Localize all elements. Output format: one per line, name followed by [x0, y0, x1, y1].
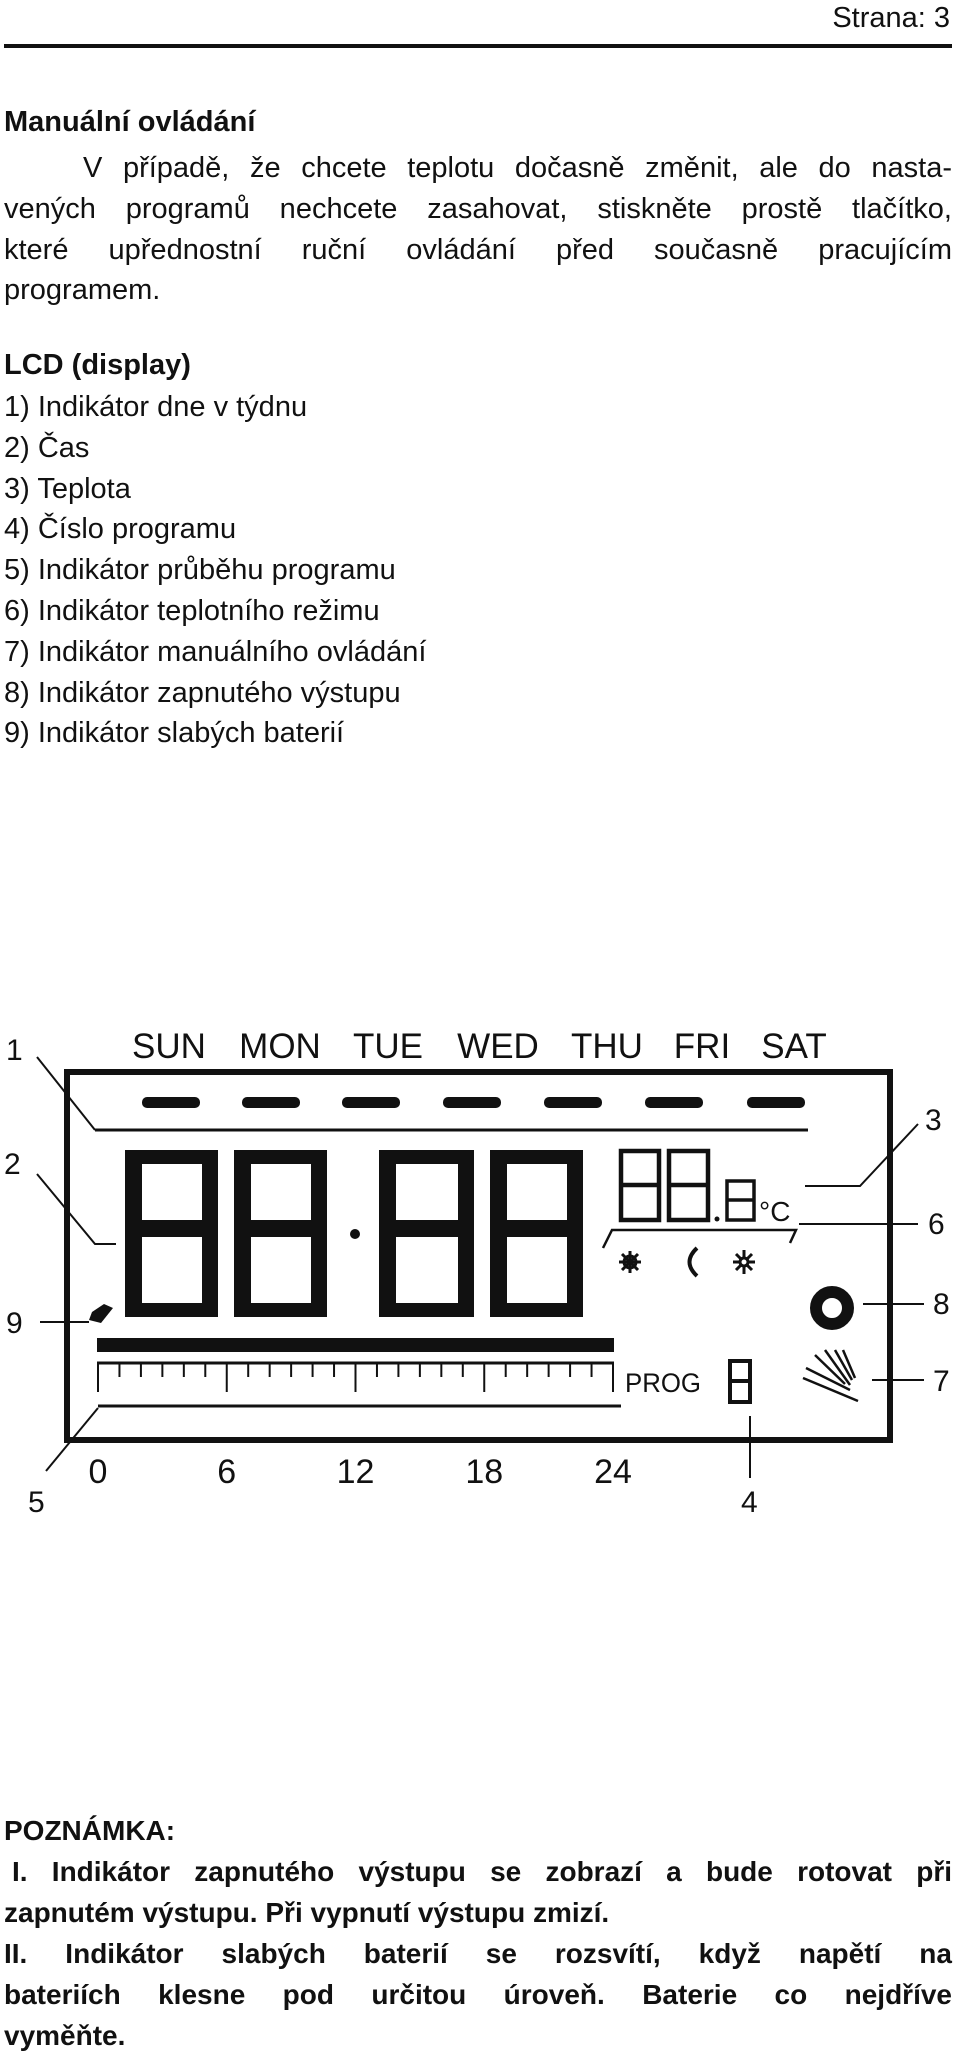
day-labels: SUN MON TUE WED THU FRI SAT: [132, 1027, 827, 1066]
mode-bracket: [601, 1228, 798, 1249]
hour-tick-label: 18: [465, 1453, 503, 1491]
paragraph-line: které upřednostní ruční ovládání před so…: [4, 234, 952, 266]
day-label: MON: [239, 1027, 321, 1066]
day-indicator: [645, 1097, 703, 1108]
time-digit: [379, 1150, 474, 1317]
callout-4: 4: [741, 1486, 758, 1519]
lcd-item: 9) Indikátor slabých baterií: [4, 717, 345, 750]
callout-3: 3: [925, 1104, 942, 1137]
day-indicator: [443, 1097, 501, 1108]
note-title: POZNÁMKA:: [4, 1815, 176, 1846]
day-indicator: [142, 1097, 200, 1108]
low-battery-icon: [89, 1304, 113, 1323]
lcd-item: 2) Čas: [4, 431, 90, 464]
paragraph-line: programem.: [4, 274, 161, 306]
hand-icon: [802, 1349, 859, 1403]
time-digit: [125, 1150, 218, 1317]
day-label: SUN: [132, 1027, 206, 1066]
day-indicators: [142, 1097, 805, 1108]
note-line: I. Indikátor zapnutého výstupu se zobraz…: [12, 1856, 952, 1887]
day-label: FRI: [674, 1027, 730, 1066]
temperature-digits: [618, 1148, 756, 1223]
hour-tick-label: 6: [217, 1453, 236, 1491]
callout-1: 1: [6, 1034, 23, 1067]
day-label: WED: [457, 1027, 539, 1066]
hour-tick-label: 12: [337, 1453, 375, 1491]
callout-2: 2: [4, 1148, 21, 1181]
snowflake-icon: [733, 1250, 755, 1274]
day-indicator: [242, 1097, 300, 1108]
day-label: TUE: [353, 1027, 423, 1066]
prog-label: PROG: [625, 1368, 701, 1398]
page-number: Strana: 3: [832, 2, 950, 34]
temperature-decimal-point: [714, 1216, 720, 1222]
lcd-item: 5) Indikátor průběhu programu: [4, 554, 396, 587]
day-indicator: [747, 1097, 805, 1108]
lcd-item: 8) Indikátor zapnutého výstupu: [4, 676, 401, 709]
program-number-digit: [728, 1359, 752, 1404]
lcd-item: 4) Číslo programu: [4, 513, 237, 546]
moon-icon: [687, 1246, 699, 1278]
sun-icon: [619, 1251, 641, 1273]
callout-8: 8: [933, 1288, 950, 1321]
lcd-item: 6) Indikátor teplotního režimu: [4, 595, 380, 627]
day-label: THU: [571, 1027, 643, 1066]
header-rule: [4, 44, 952, 48]
hour-tick-label: 24: [594, 1453, 632, 1491]
paragraph-line: V případě, že chcete teplotu dočasně změ…: [83, 152, 952, 184]
lcd-item: 1) Indikátor dne v týdnu: [4, 391, 308, 423]
program-timeline: [97, 1361, 614, 1392]
hour-axis: 0 6 12 18 24: [89, 1453, 632, 1491]
section-title-manual: Manuální ovládání: [4, 106, 256, 138]
callout-7: 7: [933, 1365, 950, 1398]
note-line: vyměňte.: [4, 2020, 126, 2051]
callout-6: 6: [928, 1208, 945, 1241]
hour-tick-label: 0: [89, 1453, 108, 1491]
day-indicator: [544, 1097, 602, 1108]
lcd-item: 3) Teplota: [4, 472, 131, 505]
celsius-unit: °C: [759, 1196, 790, 1227]
callout-5: 5: [28, 1486, 45, 1519]
lcd-diagram: SUN MON TUE WED THU FRI SAT °C PROG 0 6 12 18 24: [4, 1027, 950, 1519]
time-colon: [350, 1229, 360, 1239]
lcd-item: 7) Indikátor manuálního ovládání: [4, 635, 427, 668]
section-title-lcd: LCD (display): [4, 349, 191, 381]
day-label: SAT: [761, 1027, 826, 1066]
note-line: bateriích klesne pod určitou úroveň. Bat…: [4, 1979, 952, 2010]
note-line: zapnutém výstupu. Při vypnutí výstupu zm…: [4, 1897, 610, 1928]
time-digit: [234, 1150, 327, 1317]
output-on-indicator-icon: [810, 1286, 854, 1330]
paragraph-line: vených programů nechcete zasahovat, stis…: [4, 193, 952, 225]
day-indicator: [342, 1097, 400, 1108]
time-digit: [490, 1150, 583, 1317]
note-line: II. Indikátor slabých baterií se rozsvít…: [4, 1938, 952, 1969]
program-bar: [97, 1338, 614, 1352]
callout-9: 9: [6, 1307, 23, 1340]
